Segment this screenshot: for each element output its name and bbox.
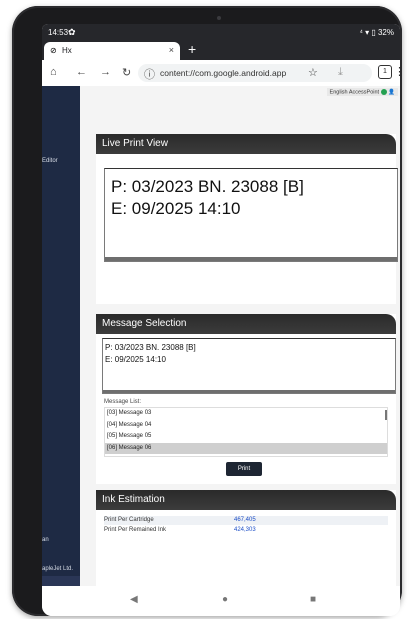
user-icon[interactable]: 👤 <box>388 89 395 95</box>
ink-estimation-panel: Ink Estimation Print Per Cartridge 467,4… <box>96 490 396 586</box>
connection-status-icon <box>380 89 387 95</box>
message-preview-bar <box>103 390 395 393</box>
bookmark-star-icon[interactable]: ☆ <box>308 66 318 79</box>
status-bar: 14:53 ✿ ⁴ ▾ ▯ 32% <box>42 24 400 40</box>
message-preview: P: 03/2023 BN. 23088 [B] E: 09/2025 14:1… <box>102 338 396 394</box>
sidebar-company: apleJet Ltd. <box>42 566 74 572</box>
ink-estimation-title: Ink Estimation <box>96 490 396 510</box>
nav-back-icon[interactable]: ◀ <box>130 594 138 605</box>
url-text: content://com.google.android.app <box>160 68 287 78</box>
message-list[interactable]: [03] Message 03 [04] Message 04 [05] Mes… <box>104 407 388 457</box>
language-selector[interactable]: English <box>330 89 348 95</box>
new-tab-icon[interactable]: + <box>188 41 196 57</box>
message-list-label: Message List: <box>104 399 142 405</box>
message-selection-panel: Message Selection P: 03/2023 BN. 23088 [… <box>96 314 396 484</box>
sidebar-item-bottom[interactable]: an <box>42 537 49 543</box>
message-preview-line-2: E: 09/2025 14:10 <box>105 355 166 364</box>
tab-switcher-icon[interactable]: 1 <box>378 65 392 79</box>
message-selection-title: Message Selection <box>96 314 396 334</box>
status-time: 14:53 <box>48 28 69 37</box>
download-icon[interactable]: ⤓ <box>338 66 343 79</box>
live-print-panel: Live Print View P: 03/2023 BN. 23088 [B]… <box>96 134 398 304</box>
forward-arrow-icon[interactable]: → <box>100 66 111 78</box>
close-tab-icon[interactable]: × <box>169 45 174 55</box>
list-scrollbar[interactable] <box>385 410 387 420</box>
tablet-device: 14:53 ✿ ⁴ ▾ ▯ 32% ⊘ Hx × + ⌂ ← → ↻ ⓘ con… <box>12 6 402 616</box>
message-preview-line-1: P: 03/2023 BN. 23088 [B] <box>105 343 196 352</box>
back-arrow-icon[interactable]: ← <box>76 66 87 78</box>
live-print-line-1: P: 03/2023 BN. 23088 [B] <box>111 177 304 196</box>
list-item[interactable]: [03] Message 03 <box>105 408 387 420</box>
live-print-preview: P: 03/2023 BN. 23088 [B] E: 09/2025 14:1… <box>104 168 398 262</box>
list-item[interactable]: [05] Message 05 <box>105 431 387 443</box>
sidebar-item-editor[interactable]: Editor <box>42 158 58 164</box>
print-button[interactable]: Print <box>226 462 262 476</box>
sidebar-footer <box>42 576 80 586</box>
android-nav-bar: ◀ ● ■ <box>42 586 400 616</box>
language-bar: English AccessPoint 👤 <box>326 88 398 97</box>
tab-bar: ⊘ Hx × + <box>42 40 400 60</box>
nav-recents-icon[interactable]: ■ <box>310 594 316 605</box>
list-item[interactable]: [04] Message 04 <box>105 420 387 432</box>
access-point-label: AccessPoint <box>348 89 380 96</box>
ink-row-value: 467,405 <box>234 517 256 523</box>
ink-row: Print Per Remained Ink 424,303 <box>104 526 388 535</box>
camera-dot <box>217 16 221 20</box>
ink-row-label: Print Per Remained Ink <box>104 527 167 533</box>
list-item-selected[interactable]: [06] Message 06 <box>105 442 387 454</box>
preview-bottom-bar <box>105 257 397 261</box>
tab-title: Hx <box>62 46 72 55</box>
status-indicators: ⁴ ▾ ▯ 32% <box>359 28 394 37</box>
main-content: English AccessPoint 👤 Live Print View P:… <box>80 86 400 586</box>
sidebar: Editor an apleJet Ltd. <box>42 86 80 586</box>
live-print-line-2: E: 09/2025 14:10 <box>111 199 241 218</box>
more-menu-icon[interactable]: ⋮ <box>394 65 400 78</box>
reload-icon[interactable]: ↻ <box>122 66 131 79</box>
browser-tab[interactable]: ⊘ Hx × <box>44 42 180 60</box>
ink-row-label: Print Per Cartridge <box>104 517 154 523</box>
nav-home-icon[interactable]: ● <box>222 594 228 605</box>
info-icon[interactable]: ⓘ <box>144 66 155 82</box>
ink-row-value: 424,303 <box>234 527 256 533</box>
screen: 14:53 ✿ ⁴ ▾ ▯ 32% ⊘ Hx × + ⌂ ← → ↻ ⓘ con… <box>42 24 400 616</box>
address-bar[interactable]: ⓘ content://com.google.android.app ☆ ⤓ <box>138 64 372 82</box>
tab-favicon-icon: ⊘ <box>50 46 57 55</box>
live-print-title: Live Print View <box>96 134 396 154</box>
home-icon[interactable]: ⌂ <box>50 66 57 78</box>
ink-row: Print Per Cartridge 467,405 <box>104 516 388 525</box>
settings-icon: ✿ <box>68 27 76 37</box>
browser-toolbar: ⌂ ← → ↻ ⓘ content://com.google.android.a… <box>42 60 400 87</box>
